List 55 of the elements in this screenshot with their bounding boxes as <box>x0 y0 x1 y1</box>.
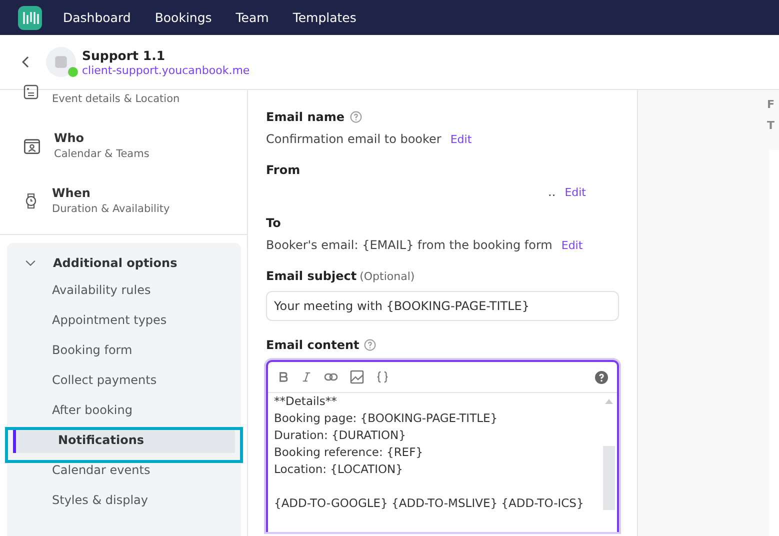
content-line: **Details** <box>274 394 337 408</box>
edit-link[interactable]: Edit <box>564 186 586 198</box>
nav-link[interactable]: Bookings <box>154 10 212 25</box>
field-label: Email name <box>266 110 344 124</box>
section-subtitle: Calendar & Teams <box>54 148 150 160</box>
page-title: Support 1.1 <box>82 48 166 62</box>
chevron-icon <box>25 260 36 266</box>
field-value: Confirmation email to booker <box>266 132 442 146</box>
calendar-person-icon <box>23 136 41 154</box>
link-icon[interactable] <box>324 372 338 382</box>
logo-icon[interactable] <box>18 6 42 30</box>
group-header[interactable]: Additional options <box>7 251 241 275</box>
sidebar-item[interactable]: Calendar events <box>7 455 241 485</box>
sidebar-item[interactable]: Availability rules <box>7 275 241 305</box>
sidebar-item[interactable]: Collect payments <box>7 365 241 395</box>
field-value: .. <box>548 185 556 199</box>
braces-icon[interactable] <box>376 370 389 384</box>
subject-input[interactable]: Your meeting with {BOOKING-PAGE-TITLE} <box>266 291 619 321</box>
field-label: From <box>266 163 300 177</box>
sidebar-item[interactable]: Appointment types <box>7 305 241 335</box>
help-icon[interactable] <box>350 111 362 123</box>
image-icon[interactable] <box>350 370 364 384</box>
sidebar-item[interactable]: Styles & display <box>7 485 241 515</box>
preview-label: F <box>767 98 776 111</box>
help-icon[interactable] <box>364 339 376 351</box>
content-line: Duration: {DURATION} <box>274 428 406 442</box>
sidebar-item[interactable]: After booking <box>7 395 241 425</box>
email-content-editor[interactable]: **Details** Booking page: {BOOKING-PAGE-TITLE} Duration: {DURATION} Booking reference: {REF} Location: {LOCATION} {ADD-TO-GOOGLE} {ADD-TO-MSLIVE} {ADD-TO-ICS} <box>266 360 619 532</box>
field-label: Email content <box>266 338 360 352</box>
italic-icon[interactable] <box>301 371 312 383</box>
edit-link[interactable]: Edit <box>561 238 583 252</box>
nav-link[interactable]: Team <box>236 10 269 25</box>
watch-icon <box>23 192 39 210</box>
help-icon[interactable] <box>595 370 608 384</box>
nav-link[interactable]: Templates <box>292 10 356 25</box>
section-title[interactable]: Who <box>54 131 150 145</box>
content-line: Booking page: {BOOKING-PAGE-TITLE} <box>274 411 498 425</box>
section-subtitle: Event details & Location <box>52 93 180 105</box>
section-title[interactable]: When <box>52 186 170 200</box>
content-line: Booking reference: {REF} <box>274 445 424 459</box>
section-subtitle: Duration & Availability <box>52 203 170 215</box>
nav-link[interactable]: Dashboard <box>63 10 131 25</box>
sidebar-item[interactable]: Booking form <box>7 335 241 365</box>
bold-icon[interactable] <box>278 371 289 383</box>
optional-hint: (Optional) <box>360 270 415 282</box>
document-icon <box>23 84 39 100</box>
field-label: To <box>266 216 281 230</box>
preview-label: T <box>767 119 776 132</box>
back-chevron-icon[interactable] <box>22 56 30 68</box>
page-url-link[interactable]: client-support.youcanbook.me <box>82 64 250 76</box>
field-value: Booker's email: {EMAIL} from the booking form <box>266 238 552 252</box>
edit-link[interactable]: Edit <box>450 132 472 146</box>
content-line: {ADD-TO-GOOGLE} {ADD-TO-MSLIVE} {ADD-TO-ICS} <box>274 496 584 510</box>
field-label: Email subject <box>266 269 357 283</box>
content-line: Location: {LOCATION} <box>274 462 403 476</box>
